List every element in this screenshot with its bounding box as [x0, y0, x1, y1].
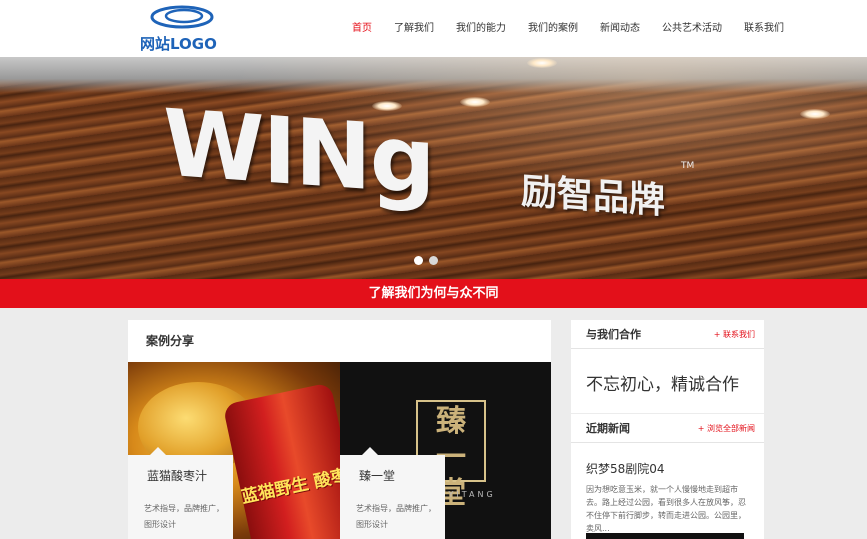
slider-dot[interactable] — [414, 256, 423, 265]
site-header: 网站LOGO 首页 了解我们 我们的能力 我们的案例 新闻动态 公共艺术活动 联… — [0, 0, 867, 57]
cooperate-panel: 与我们合作 + 联系我们 不忘初心，精诚合作 — [571, 320, 764, 413]
case-desc: 艺术指导，品牌推广，图形设计 — [144, 504, 224, 529]
tagline-text: 了解我们为何与众不同 — [368, 286, 499, 301]
main-nav: 首页 了解我们 我们的能力 我们的案例 新闻动态 公共艺术活动 联系我们 — [341, 0, 795, 57]
news-header: 近期新闻 + 浏览全部新闻 — [571, 414, 764, 443]
case-card-zhenyitang[interactable]: 臻一堂 艺术指导，品牌推广，图形设计 — [340, 447, 445, 539]
banner-brand-en: WINg — [163, 89, 434, 216]
site-logo[interactable]: 网站LOGO — [138, 2, 228, 54]
ceiling-light — [800, 109, 830, 119]
news-item-text: 因为想吃意玉米，就一个人慢慢地走到超市去。路上经过公园，看到很多人在放风筝，忍不… — [586, 485, 746, 533]
slider-dots — [414, 256, 438, 265]
cooperate-slogan: 不忘初心，精诚合作 — [586, 375, 739, 395]
case-name: 蓝猫酸枣汁 — [147, 469, 208, 483]
tagline-band[interactable]: 了解我们为何与众不同 — [0, 279, 867, 308]
ceiling-light — [460, 97, 490, 107]
slider-dot[interactable] — [429, 256, 438, 265]
contact-us-link[interactable]: + 联系我们 — [714, 320, 755, 349]
news-title: 近期新闻 — [586, 422, 630, 435]
hero-banner[interactable]: WINg 励智品牌 TM — [0, 57, 867, 279]
cooperate-title: 与我们合作 — [586, 328, 641, 341]
banner-brand-cn: 励智品牌 — [521, 170, 666, 223]
case-card-lanmao[interactable]: 蓝猫酸枣汁 艺术指导，品牌推广，图形设计 — [128, 447, 233, 539]
nav-item-capabilities[interactable]: 我们的能力 — [445, 0, 517, 57]
cases-title: 案例分享 — [146, 334, 195, 348]
news-panel: 近期新闻 + 浏览全部新闻 织梦58剧院04 因为想吃意玉米，就一个人慢慢地走到… — [571, 414, 764, 539]
ceiling-light — [527, 58, 557, 68]
nav-item-about[interactable]: 了解我们 — [383, 0, 445, 57]
logo-text: 网站LOGO — [140, 35, 217, 53]
all-news-link[interactable]: + 浏览全部新闻 — [698, 414, 755, 443]
nav-item-contact[interactable]: 联系我们 — [733, 0, 795, 57]
cooperate-header: 与我们合作 + 联系我们 — [571, 320, 764, 349]
case-name: 臻一堂 — [359, 469, 396, 483]
drink-can-image — [222, 382, 340, 539]
cases-panel: 案例分享 蓝猫野生 酸枣汁 臻 一 堂 ZHENYITANG 蓝猫酸枣汁 艺术指… — [128, 320, 551, 539]
nav-item-public-art[interactable]: 公共艺术活动 — [651, 0, 733, 57]
nav-item-home[interactable]: 首页 — [341, 0, 383, 57]
case-desc: 艺术指导，品牌推广，图形设计 — [356, 504, 436, 529]
nav-item-news[interactable]: 新闻动态 — [589, 0, 651, 57]
news-item-title[interactable]: 织梦58剧院04 — [586, 460, 665, 477]
banner-brand-tm: TM — [681, 161, 695, 171]
logo-swoosh-icon — [150, 5, 214, 29]
news-thumbnail[interactable] — [586, 533, 744, 539]
nav-item-cases[interactable]: 我们的案例 — [517, 0, 589, 57]
